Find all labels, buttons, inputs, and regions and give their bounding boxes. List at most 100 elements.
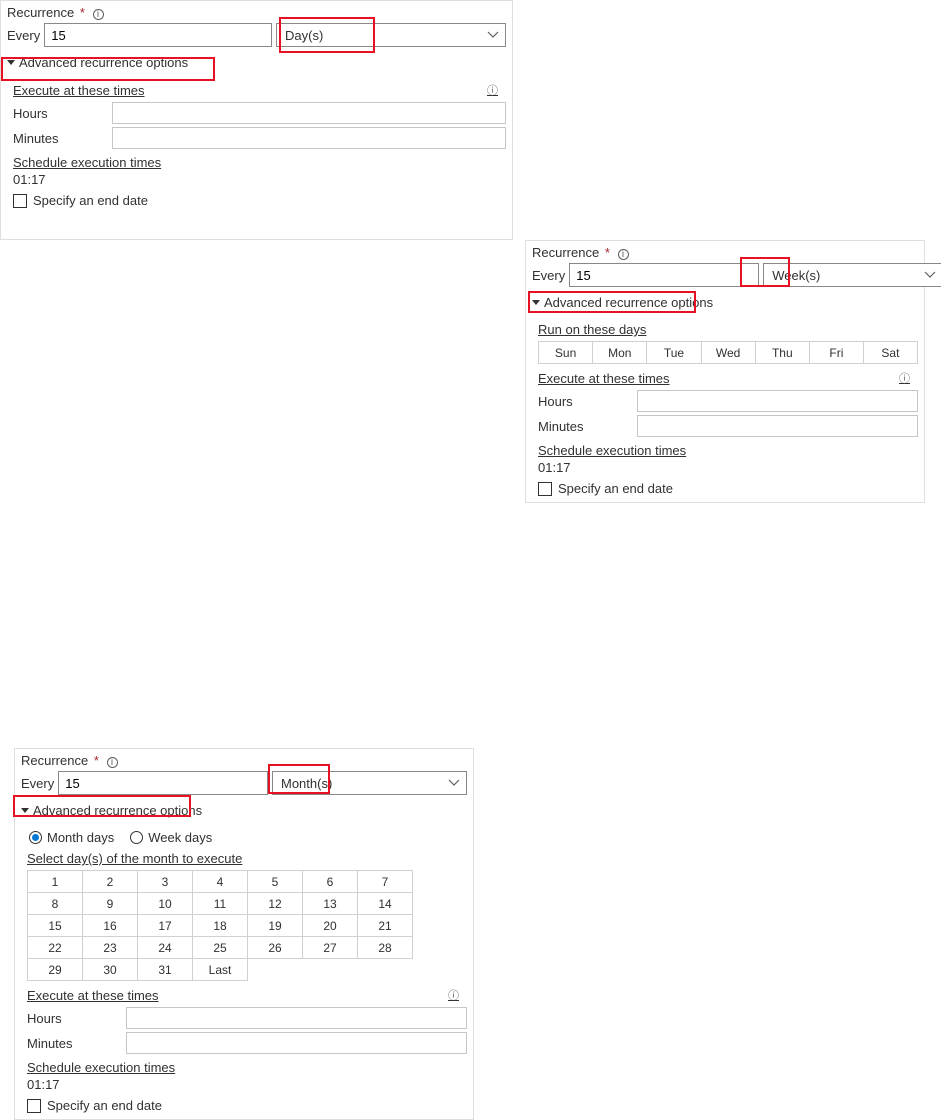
radio-circle-icon [130,831,143,844]
minutes-row: Minutes [13,127,506,149]
unit-select-week[interactable]: Week(s) [763,263,941,287]
weekday-cell-wed[interactable]: Wed [701,342,755,364]
end-date-checkbox[interactable] [13,194,27,208]
day-cell[interactable]: 26 [248,937,303,959]
day-cell[interactable]: 24 [138,937,193,959]
execute-at-label: Execute at these times [13,83,145,98]
execute-at-label: Execute at these times [538,371,670,386]
hours-input[interactable] [112,102,506,124]
end-date-label: Specify an end date [33,193,148,208]
day-cell[interactable]: 2 [83,871,138,893]
chevron-down-icon [924,269,936,284]
day-cell[interactable]: 15 [28,915,83,937]
day-cell[interactable]: 8 [28,893,83,915]
day-cell[interactable]: 31 [138,959,193,981]
day-cell-empty [248,959,303,981]
day-cell[interactable]: 1 [28,871,83,893]
recurrence-panel-week: Recurrence * i Every Week(s) Advanced re… [525,240,925,503]
select-month-days-label: Select day(s) of the month to execute [27,851,467,866]
minutes-input[interactable] [126,1032,467,1054]
day-cell[interactable]: 28 [358,937,413,959]
weekday-cell-fri[interactable]: Fri [809,342,863,364]
day-cell[interactable]: 19 [248,915,303,937]
caret-down-icon [7,60,15,65]
day-cell[interactable]: 7 [358,871,413,893]
day-cell[interactable]: 17 [138,915,193,937]
unit-select-value: Day(s) [285,28,323,43]
hours-row: Hours [27,1007,467,1029]
day-cell[interactable]: 30 [83,959,138,981]
weekday-cell-sat[interactable]: Sat [863,342,917,364]
every-label: Every [532,268,565,283]
day-cell[interactable]: 22 [28,937,83,959]
day-cell[interactable]: 10 [138,893,193,915]
hours-input[interactable] [637,390,918,412]
day-cell[interactable]: 21 [358,915,413,937]
day-cell[interactable]: 13 [303,893,358,915]
info-icon[interactable]: i [93,9,104,20]
recurrence-panel-day: Recurrence * i Every Day(s) Advanced rec… [0,0,513,240]
info-icon[interactable]: ⓘ [487,82,498,98]
weekday-cell-sun[interactable]: Sun [539,342,593,364]
schedule-exec-label: Schedule execution times [538,443,918,458]
info-icon[interactable]: i [107,757,118,768]
minutes-row: Minutes [27,1032,467,1054]
recurrence-label: Recurrence [7,5,74,20]
end-date-checkbox[interactable] [538,482,552,496]
weekday-cell-mon[interactable]: Mon [593,342,647,364]
day-cell[interactable]: 27 [303,937,358,959]
day-cell[interactable]: 5 [248,871,303,893]
day-cell[interactable]: 12 [248,893,303,915]
day-cell[interactable]: 25 [193,937,248,959]
day-cell[interactable]: 4 [193,871,248,893]
day-cell[interactable]: 11 [193,893,248,915]
minutes-label: Minutes [13,131,108,146]
advanced-toggle[interactable]: Advanced recurrence options [7,55,188,70]
radio-week-days-label: Week days [148,830,212,845]
minutes-input[interactable] [112,127,506,149]
schedule-exec-value: 01:17 [27,1077,467,1092]
info-icon[interactable]: ⓘ [899,370,910,386]
day-cell[interactable]: 20 [303,915,358,937]
every-row: Every Week(s) [532,263,918,287]
day-cell-empty [303,959,358,981]
day-cell[interactable]: 23 [83,937,138,959]
end-date-row: Specify an end date [13,193,506,208]
info-icon[interactable]: i [618,249,629,260]
unit-select-month[interactable]: Month(s) [272,771,467,795]
recurrence-label: Recurrence [21,753,88,768]
weekday-cell-tue[interactable]: Tue [647,342,701,364]
every-value-input[interactable] [44,23,272,47]
end-date-label: Specify an end date [47,1098,162,1113]
recurrence-header: Recurrence * i [21,753,467,768]
caret-down-icon [532,300,540,305]
radio-month-days[interactable]: Month days [29,830,114,845]
minutes-input[interactable] [637,415,918,437]
day-cell[interactable]: 14 [358,893,413,915]
day-cell[interactable]: 29 [28,959,83,981]
day-cell-last[interactable]: Last [193,959,248,981]
unit-select-day[interactable]: Day(s) [276,23,506,47]
advanced-toggle[interactable]: Advanced recurrence options [21,803,202,818]
recurrence-header: Recurrence * i [532,245,918,260]
day-cell[interactable]: 9 [83,893,138,915]
every-value-input[interactable] [58,771,268,795]
weekday-cell-thu[interactable]: Thu [755,342,809,364]
minutes-row: Minutes [538,415,918,437]
end-date-checkbox[interactable] [27,1099,41,1113]
chevron-down-icon [487,29,499,44]
chevron-down-icon [448,777,460,792]
execute-at-header: Execute at these times ⓘ [13,82,506,98]
hours-input[interactable] [126,1007,467,1029]
radio-week-days[interactable]: Week days [130,830,212,845]
day-cell[interactable]: 16 [83,915,138,937]
day-cell[interactable]: 6 [303,871,358,893]
advanced-toggle[interactable]: Advanced recurrence options [532,295,713,310]
info-icon[interactable]: ⓘ [448,987,459,1003]
day-cell[interactable]: 3 [138,871,193,893]
every-label: Every [21,776,54,791]
day-cell[interactable]: 18 [193,915,248,937]
every-value-input[interactable] [569,263,759,287]
radio-dot-icon [29,831,42,844]
unit-select-value: Month(s) [281,776,332,791]
